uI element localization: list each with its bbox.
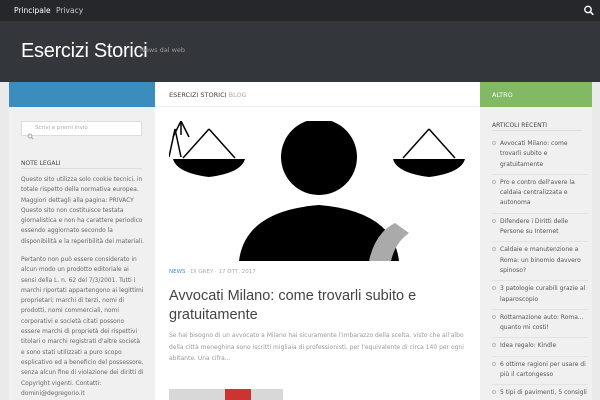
search-icon xyxy=(27,125,34,144)
note-legali-text: Questo sito utilizza solo cookie tecnici… xyxy=(21,177,144,245)
recent-post-link[interactable]: 6 ottime ragioni per usare di più il car… xyxy=(500,361,586,378)
sidebar-right-label: ALTRO xyxy=(492,91,513,99)
recent-post-link[interactable]: Rottamazione auto: Roma... quanto mi cos… xyxy=(500,314,584,331)
breadcrumb: ESERCIZI STORICI BLOG xyxy=(169,91,247,99)
thumbnail-accent xyxy=(225,389,251,400)
site-title[interactable]: Esercizi Storici xyxy=(21,40,148,63)
search-placeholder: Scrivi e premi invio xyxy=(35,125,88,131)
recent-post-item[interactable]: 3 patologie curabili grazie al laparosco… xyxy=(492,281,588,310)
recent-post-item[interactable]: Pro e contro dell'avere la caldaia centr… xyxy=(492,175,588,214)
recent-post-link[interactable]: Caldaie e manutenzione a Roma: un binomi… xyxy=(500,246,581,274)
recent-posts-title: ARTICOLI RECENTI xyxy=(492,122,548,129)
post-date: 17 OTT, 2017 xyxy=(218,269,256,275)
bullet-icon xyxy=(492,361,496,366)
bullet-icon xyxy=(492,179,496,184)
recent-post-item[interactable]: Difendere i Diritti delle Persone su Int… xyxy=(492,214,588,243)
bullet-icon xyxy=(492,286,496,291)
bullet-icon xyxy=(492,218,496,223)
recent-post-link[interactable]: 3 patologie curabili grazie al laparosco… xyxy=(500,285,585,302)
recent-post-item[interactable]: Avvocati Milano: come trovarli subito e … xyxy=(492,136,588,175)
featured-image[interactable] xyxy=(169,121,465,261)
recent-post-link[interactable]: Idea regalo: Kindle xyxy=(500,342,556,349)
recent-post-link[interactable]: Avvocati Milano: come trovarli subito e … xyxy=(500,140,568,168)
post-excerpt: Se hai bisogno di un avvocato a Milano h… xyxy=(169,332,464,362)
bullet-icon xyxy=(492,390,496,395)
bullet-icon xyxy=(492,247,496,252)
recent-post-item[interactable]: 6 ottime ragioni per usare di più il car… xyxy=(492,357,588,386)
breadcrumb-site[interactable]: ESERCIZI STORICI xyxy=(169,91,227,99)
recent-post-link[interactable]: Difendere i Diritti delle Persone su Int… xyxy=(500,218,568,235)
justice-scales-icon xyxy=(169,121,465,261)
search-input[interactable]: Scrivi e premi invio xyxy=(21,121,142,140)
recent-post-item[interactable]: Rottamazione auto: Roma... quanto mi cos… xyxy=(492,310,588,339)
nav-item-privacy[interactable]: Privacy xyxy=(56,0,83,21)
note-legali-title: NOTE LEGALI xyxy=(21,160,61,167)
recent-post-item[interactable]: Caldaie e manutenzione a Roma: un binomi… xyxy=(492,242,588,282)
recent-posts-list: Avvocati Milano: come trovarli subito e … xyxy=(492,136,588,400)
note-legali-text-2: Pertanto non può essere considerato in a… xyxy=(21,257,144,397)
recent-post-item[interactable]: Idea regalo: Kindle xyxy=(492,338,588,357)
top-nav: Principale Privacy xyxy=(0,0,600,21)
nav-item-principale[interactable]: Principale xyxy=(14,0,51,21)
post-meta: NEWS · DI GREY · 17 OTT, 2017 xyxy=(169,269,256,275)
breadcrumb-section: BLOG xyxy=(228,91,247,99)
post-title[interactable]: Avvocati Milano: come trovarli subito e … xyxy=(169,287,469,325)
divider xyxy=(21,168,142,169)
post-author[interactable]: · DI GREY · xyxy=(187,269,217,275)
divider xyxy=(492,130,582,131)
bullet-icon xyxy=(492,314,496,319)
bullet-icon xyxy=(492,343,496,348)
recent-post-link[interactable]: 5 tipi di pavimenti, 5 consigli xyxy=(500,389,587,396)
post-category[interactable]: NEWS xyxy=(169,269,186,275)
recent-post-item[interactable]: 5 tipi di pavimenti, 5 consigli xyxy=(492,385,588,400)
search-icon[interactable] xyxy=(578,0,600,21)
next-post-thumbnail[interactable] xyxy=(169,389,283,400)
recent-post-link[interactable]: Pro e contro dell'avere la caldaia centr… xyxy=(500,179,575,207)
bullet-icon xyxy=(492,141,496,145)
site-tagline: News dal web xyxy=(140,46,186,54)
sidebar-left-bar xyxy=(9,82,155,107)
